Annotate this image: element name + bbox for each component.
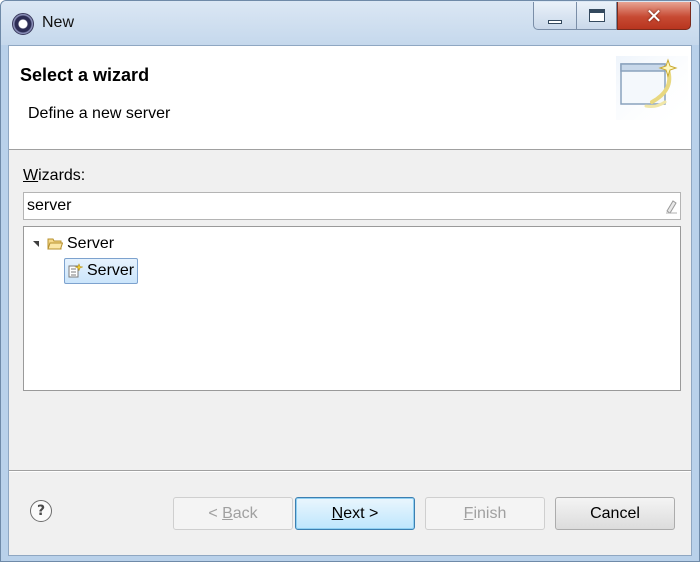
dialog-body: Select a wizard Define a new server Wiza… (8, 45, 692, 556)
minimize-icon (548, 19, 562, 24)
server-wizard-icon (68, 263, 83, 278)
expand-arrow-icon[interactable] (31, 238, 43, 250)
help-icon: ? (36, 503, 46, 519)
tree-item-server-wizard[interactable]: Server (64, 258, 139, 284)
footer-separator (9, 470, 691, 472)
maximize-button[interactable] (577, 2, 617, 30)
tree-item-label: Server (67, 235, 115, 252)
title-bar[interactable]: New ✕ (1, 1, 699, 45)
wizard-header: Select a wizard Define a new server (9, 46, 691, 150)
tree-item-server-category[interactable]: Server (31, 232, 114, 256)
help-button[interactable]: ? (30, 500, 52, 522)
clear-filter-icon[interactable] (663, 197, 679, 215)
cancel-button[interactable]: Cancel (555, 497, 675, 530)
next-button[interactable]: Next > (295, 497, 415, 530)
close-icon: ✕ (645, 3, 663, 28)
wizards-label: Wizards: (23, 167, 86, 184)
window-title: New (42, 14, 75, 31)
finish-button[interactable]: Finish (425, 497, 545, 530)
tree-item-label: Server (87, 262, 135, 279)
close-button[interactable]: ✕ (617, 2, 691, 30)
wizard-tree[interactable]: Server Server (23, 226, 681, 391)
eclipse-icon[interactable] (12, 13, 34, 35)
wizard-filter-input[interactable] (25, 194, 655, 218)
minimize-button[interactable] (533, 2, 577, 30)
new-wizard-icon (616, 56, 688, 120)
page-title: Select a wizard (20, 65, 150, 85)
back-button[interactable]: < Back (173, 497, 293, 530)
wizard-filter[interactable] (23, 192, 681, 220)
maximize-icon (588, 9, 605, 22)
page-description: Define a new server (28, 105, 171, 122)
folder-open-icon (47, 238, 63, 250)
new-wizard-dialog: New ✕ Select a wizard Define a new serve… (0, 0, 700, 562)
